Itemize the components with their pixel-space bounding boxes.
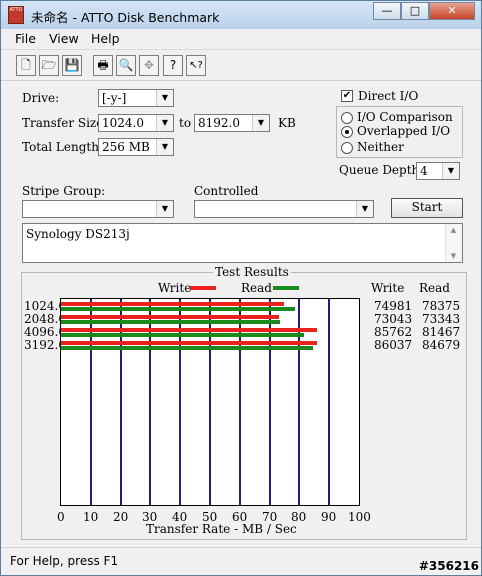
transfer-size-from-value: 1024.0 (102, 116, 144, 130)
kb-label: KB (278, 116, 296, 130)
x-tick-label: 10 (83, 510, 99, 524)
read-bar (61, 307, 295, 311)
chevron-down-icon: ▼ (156, 115, 173, 131)
description-scrollbar[interactable]: ▲ ▼ (445, 224, 462, 262)
queue-depth-value: 4 (420, 164, 428, 178)
description-textarea[interactable]: Synology DS213j ▲ ▼ (22, 223, 463, 263)
drive-select[interactable]: [-y-] ▼ (98, 89, 174, 107)
write-value: 73043 (374, 312, 413, 326)
overlapped-io-label: Overlapped I/O (357, 124, 451, 138)
neither-label: Neither (357, 140, 404, 154)
read-bar (61, 320, 280, 324)
transfer-size-from-select[interactable]: 1024.0 ▼ (98, 114, 174, 132)
read-value: 84679 (422, 338, 461, 352)
legend-read-label: Read (241, 281, 272, 295)
window-title: 未命名 - ATTO Disk Benchmark (31, 10, 220, 25)
minimize-button[interactable]: — (373, 2, 401, 20)
menu-file[interactable]: File (15, 31, 36, 46)
write-value: 74981 (374, 299, 413, 313)
stripe-group-select[interactable]: ▼ (22, 200, 174, 218)
description-text: Synology DS213j (26, 227, 130, 241)
transfer-size-to-select[interactable]: 8192.0 ▼ (194, 114, 270, 132)
chevron-down-icon: ▼ (156, 139, 173, 155)
write-value: 85762 (374, 325, 413, 339)
chevron-down-icon: ▼ (252, 115, 269, 131)
maximize-button[interactable]: □ (401, 2, 429, 20)
print-icon[interactable]: 🖶 (93, 55, 113, 76)
read-value: 81467 (422, 325, 461, 339)
chevron-down-icon: ▼ (356, 201, 373, 217)
title-bar[interactable]: ATTO 未命名 - ATTO Disk Benchmark — □ ✕ (1, 1, 481, 29)
x-tick-label: 90 (321, 510, 337, 524)
menu-help[interactable]: Help (91, 31, 120, 46)
read-value: 78375 (422, 299, 461, 313)
total-length-select[interactable]: 256 MB ▼ (98, 138, 174, 156)
context-help-icon[interactable]: ↖? (186, 55, 206, 76)
direct-io-label: Direct I/O (358, 89, 419, 103)
direct-io-checkbox[interactable]: ✔ (341, 90, 353, 102)
read-value: 73343 (422, 312, 461, 326)
atto-app-icon: ATTO (8, 6, 24, 24)
test-results-title: Test Results (213, 265, 291, 279)
print-preview-icon[interactable]: 🔍 (116, 55, 136, 76)
io-comparison-radio[interactable] (341, 112, 353, 124)
legend-write-label: Write (158, 281, 192, 295)
legend-write-swatch (190, 286, 216, 290)
controlled-label: Controlled (194, 184, 259, 198)
io-comparison-label: I/O Comparison (357, 110, 453, 124)
read-column-header: Read (419, 281, 450, 295)
write-bar (61, 302, 284, 306)
x-tick-label: 20 (113, 510, 129, 524)
write-column-header: Write (371, 281, 405, 295)
toolbar: 🗋 🗁 💾 🖶 🔍 ✥ ? ↖? (1, 50, 481, 81)
neither-radio[interactable] (341, 142, 353, 154)
menu-view[interactable]: View (49, 31, 79, 46)
main-window: ATTO 未命名 - ATTO Disk Benchmark — □ ✕ Fil… (0, 0, 482, 576)
watermark-text: #356216 (418, 559, 479, 573)
write-bar (61, 328, 317, 332)
read-bar (61, 346, 313, 350)
write-bar (61, 341, 317, 345)
controlled-select[interactable]: ▼ (194, 200, 374, 218)
transfer-size-to-value: 8192.0 (198, 116, 240, 130)
chevron-down-icon: ▼ (156, 201, 173, 217)
total-length-value: 256 MB (102, 140, 150, 154)
drive-value: [-y-] (102, 91, 127, 105)
read-bar (61, 333, 304, 337)
transfer-size-label: Transfer Size: (22, 116, 108, 130)
transfer-rate-chart (60, 298, 360, 506)
start-button[interactable]: Start (391, 198, 463, 218)
scroll-up-icon[interactable]: ▲ (446, 226, 461, 234)
scroll-down-icon[interactable]: ▼ (446, 252, 461, 260)
queue-depth-label: Queue Depth: (339, 163, 424, 177)
gridline (328, 299, 330, 505)
help-icon[interactable]: ? (163, 55, 183, 76)
write-bar (61, 315, 279, 319)
legend-read-swatch (273, 286, 299, 290)
new-file-icon[interactable]: 🗋 (16, 55, 36, 76)
open-folder-icon[interactable]: 🗁 (39, 55, 59, 76)
menu-bar: File View Help (1, 29, 481, 50)
write-value: 86037 (374, 338, 413, 352)
drive-label: Drive: (22, 91, 60, 105)
total-length-label: Total Length: (22, 140, 103, 154)
close-button[interactable]: ✕ (429, 2, 475, 20)
move-icon[interactable]: ✥ (139, 55, 159, 76)
start-button-label: Start (411, 200, 443, 214)
x-axis-label: Transfer Rate - MB / Sec (146, 522, 297, 536)
queue-depth-select[interactable]: 4 ▼ (416, 162, 460, 180)
save-icon[interactable]: 💾 (62, 55, 82, 76)
chevron-down-icon: ▼ (156, 90, 173, 106)
status-bar: For Help, press F1 (1, 547, 481, 576)
status-help-text: For Help, press F1 (10, 554, 119, 568)
x-tick-label: 0 (57, 510, 65, 524)
to-label: to (179, 116, 192, 130)
x-tick-label: 100 (348, 510, 371, 524)
chevron-down-icon: ▼ (442, 163, 459, 179)
stripe-group-label: Stripe Group: (22, 184, 106, 198)
overlapped-io-radio[interactable] (341, 126, 353, 138)
